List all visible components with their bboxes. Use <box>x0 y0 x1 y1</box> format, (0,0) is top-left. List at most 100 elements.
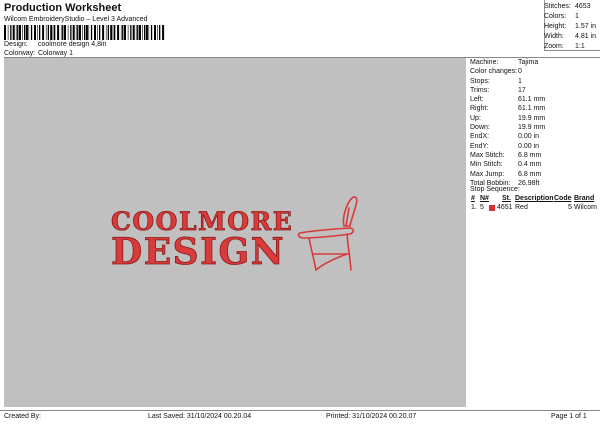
barcode-bar <box>154 25 156 40</box>
machine-row: Up: 19.9 mm <box>470 114 598 123</box>
barcode-bar <box>130 25 132 40</box>
machine-row-value: 17 <box>518 86 526 94</box>
machine-row-label: Min Stitch: <box>470 161 503 169</box>
machine-row-label: EndX: <box>470 133 490 141</box>
design-preview: COOLMORE DESIGN <box>4 58 466 407</box>
barcode-bar <box>30 25 33 40</box>
barcode-bar <box>54 25 56 40</box>
barcode-bar <box>122 25 124 40</box>
barcode-bar <box>127 25 129 40</box>
embroidery-design: COOLMORE DESIGN <box>111 196 358 273</box>
barcode-bar <box>142 25 143 40</box>
barcode-bar <box>64 25 66 40</box>
machine-row: EndX: 0.00 in <box>470 132 598 141</box>
machine-row-value: 61.1 mm <box>518 96 546 104</box>
machine-row-value: 0.00 in <box>518 133 540 141</box>
barcode-bar <box>70 25 72 40</box>
barcode-bar <box>159 25 161 40</box>
barcode-bar <box>112 25 114 40</box>
machine-row-label: Stops: <box>470 77 490 85</box>
barcode-bar <box>148 25 150 40</box>
software-subtitle: Wilcom EmbroideryStudio – Level 3 Advanc… <box>4 16 148 23</box>
design-value: coolmore design 4,8in <box>37 41 107 48</box>
barcode-bar <box>42 25 45 40</box>
machine-row-value: 19.9 mm <box>518 124 546 132</box>
machine-row-label: Right: <box>470 105 489 113</box>
barcode-bar <box>99 25 101 40</box>
machine-row: Color changes: 0 <box>470 67 598 76</box>
machine-row-value: 0 <box>518 68 522 76</box>
barcode-bar <box>82 25 83 40</box>
machine-row: Trims: 17 <box>470 86 598 95</box>
last-saved: Last Saved: 31/10/2024 00.20.04 <box>148 413 252 420</box>
machine-row-value: 61.1 mm <box>518 105 546 113</box>
col-needle: N# <box>480 195 489 202</box>
machine-row: Stops: 1 <box>470 77 598 86</box>
machine-info: Machine: Tajima Color changes: 0 Stops: 1 Trim… <box>470 58 598 188</box>
stat-colors: Colors: 1 <box>544 13 579 20</box>
barcode-bar <box>19 25 21 40</box>
design-row: Design: coolmore design 4,8in <box>4 41 106 48</box>
barcode-bar <box>77 25 79 40</box>
machine-row-label: EndY: <box>470 142 489 150</box>
design-label: Design: <box>4 41 28 48</box>
barcode-bar <box>110 25 113 40</box>
barcode-bar <box>102 25 105 40</box>
barcode-bar <box>114 25 116 40</box>
machine-row-label: Max Jump: <box>470 170 505 178</box>
barcode-bar <box>132 25 135 40</box>
barcode-bar <box>12 25 15 40</box>
barcode-bar <box>47 25 49 40</box>
barcode-bar <box>17 25 19 40</box>
barcode-bar <box>90 25 93 40</box>
barcode-bar <box>135 25 137 40</box>
barcode-bar <box>105 25 107 40</box>
machine-row: Machine: Tajima <box>470 58 598 67</box>
barcode-bar <box>107 25 109 40</box>
barcode-bar <box>15 25 17 40</box>
barcode-bar <box>34 25 36 40</box>
barcode-bar <box>60 25 62 40</box>
col-number: # <box>471 195 475 202</box>
barcode-bar <box>162 25 165 40</box>
machine-row-value: 0.00 in <box>518 142 540 150</box>
col-brand: Brand <box>574 195 595 202</box>
machine-row-label: Machine: <box>470 59 499 66</box>
barcode-bar <box>94 25 96 40</box>
page-title: Production Worksheet <box>4 2 122 14</box>
barcode-bar <box>139 25 141 40</box>
col-stitches: St. <box>502 195 511 202</box>
stat-width: Width: 4.81 in <box>544 33 597 40</box>
barcode-bar <box>84 25 86 40</box>
machine-row-value: 26.98ft <box>518 179 540 187</box>
machine-row: Min Stitch: 0.4 mm <box>470 160 598 169</box>
machine-row-value: 6.8 mm <box>518 151 542 159</box>
machine-row-value: Tajima <box>518 59 539 66</box>
machine-row-label: Color changes: <box>470 68 518 76</box>
created-by: Created By: <box>4 413 41 420</box>
colorway-value: Colorway 1 <box>37 50 73 57</box>
barcode-bar <box>52 25 54 40</box>
colorway-label: Colorway: <box>4 50 36 57</box>
machine-row-value: 19.9 mm <box>518 114 546 122</box>
barcode-bar <box>25 25 28 40</box>
machine-row-label: Up: <box>470 114 481 122</box>
machine-row-label: Max Stitch: <box>470 151 505 159</box>
barcode-bar <box>57 25 60 40</box>
barcode-bar <box>37 25 38 40</box>
barcode-bar <box>150 25 153 40</box>
barcode-bar <box>67 25 69 40</box>
col-description: Description <box>515 195 554 202</box>
machine-row-label: Trims: <box>470 86 490 94</box>
colorway-row: Colorway: Colorway 1 <box>4 50 73 57</box>
machine-row-label: Down: <box>470 124 490 132</box>
machine-row: EndY: 0.00 in <box>470 142 598 151</box>
machine-row-value: 1 <box>518 77 522 85</box>
machine-row: Down: 19.9 mm <box>470 123 598 132</box>
machine-row: Right: 61.1 mm <box>470 104 598 113</box>
barcode-bar <box>79 25 81 40</box>
chair-icon <box>297 196 358 271</box>
barcode-bar <box>117 25 120 40</box>
barcode-bar <box>7 25 9 40</box>
barcode-bar <box>50 25 53 40</box>
